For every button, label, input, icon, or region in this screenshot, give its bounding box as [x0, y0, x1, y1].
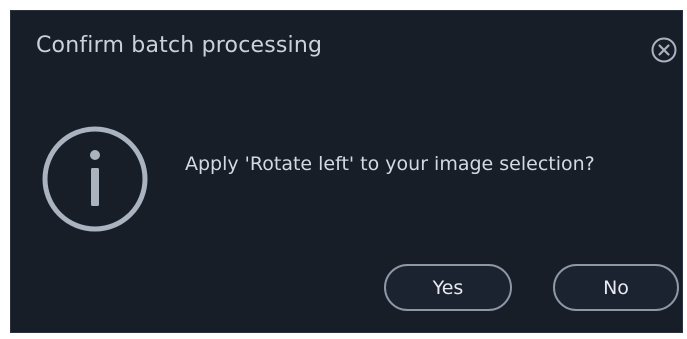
confirm-dialog: Confirm batch processing Apply 'Rotate l…: [10, 10, 683, 333]
close-button[interactable]: [649, 35, 679, 65]
yes-button[interactable]: Yes: [384, 264, 512, 311]
no-button[interactable]: No: [553, 264, 679, 311]
info-icon: [42, 126, 148, 232]
dialog-title: Confirm batch processing: [36, 33, 323, 58]
close-icon: [651, 37, 677, 63]
dialog-message: Apply 'Rotate left' to your image select…: [185, 153, 595, 175]
